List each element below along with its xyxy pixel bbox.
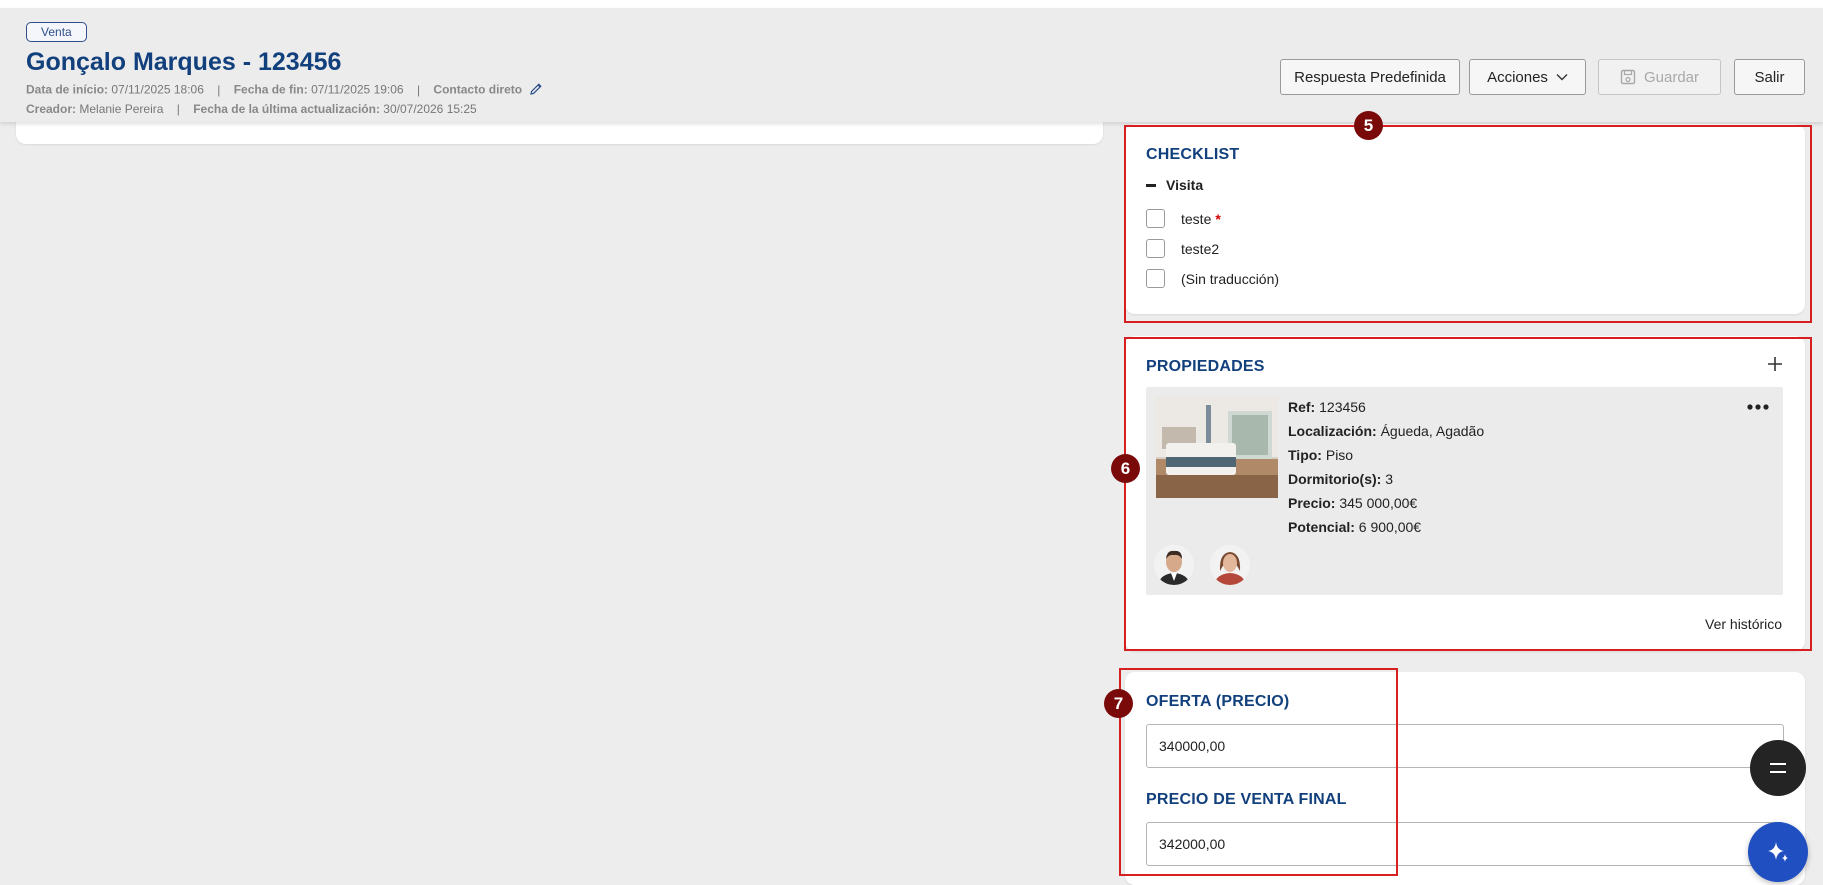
property-details: Ref: 123456 Localización: Águeda, Agadão… bbox=[1288, 397, 1484, 541]
annotation-marker: 6 bbox=[1111, 454, 1140, 483]
start-date-label: Data de início: bbox=[26, 82, 109, 97]
property-location: Localización: Águeda, Agadão bbox=[1288, 421, 1484, 445]
top-strip bbox=[0, 0, 1823, 8]
page-header: Venta Gonçalo Marques - 123456 Data de i… bbox=[0, 8, 1823, 122]
offer-price-input[interactable] bbox=[1146, 724, 1784, 768]
field-value: 345 000,00€ bbox=[1339, 495, 1418, 511]
field-label: Dormitorio(s): bbox=[1288, 471, 1382, 487]
property-photo[interactable] bbox=[1156, 397, 1278, 498]
annotation-marker: 5 bbox=[1354, 111, 1383, 140]
pencil-icon[interactable] bbox=[529, 82, 543, 99]
properties-title: PROPIEDADES bbox=[1146, 358, 1265, 375]
menu-fab-button[interactable] bbox=[1750, 740, 1806, 796]
checklist-group-label: Visita bbox=[1166, 177, 1204, 193]
chevron-down-icon bbox=[1556, 74, 1568, 81]
creator-value: Melanie Pereira bbox=[79, 102, 164, 116]
property-ref: Ref: 123456 bbox=[1288, 397, 1484, 421]
start-date-value: 07/11/2025 18:06 bbox=[111, 82, 204, 97]
more-options-icon[interactable] bbox=[1746, 399, 1770, 415]
checklist-item: teste * bbox=[1146, 209, 1221, 228]
ai-assistant-button[interactable] bbox=[1748, 822, 1808, 882]
meta-line-dates: Data de início: 07/11/2025 18:06 | Fecha… bbox=[26, 82, 543, 99]
checklist-group-toggle[interactable]: Visita bbox=[1146, 177, 1203, 193]
separator: | bbox=[416, 82, 421, 97]
updated-label: Fecha de la última actualización: bbox=[193, 102, 380, 116]
property-price: Precio: 345 000,00€ bbox=[1288, 493, 1484, 517]
creator-label: Creador: bbox=[26, 102, 77, 116]
checklist-item-label: teste * bbox=[1181, 211, 1221, 227]
field-value: Piso bbox=[1325, 447, 1354, 463]
checklist-checkbox[interactable] bbox=[1146, 239, 1165, 258]
actions-label: Acciones bbox=[1487, 68, 1548, 86]
save-button[interactable]: Guardar bbox=[1598, 59, 1721, 95]
predefined-response-label: Respuesta Predefinida bbox=[1294, 68, 1446, 86]
predefined-response-button[interactable]: Respuesta Predefinida bbox=[1280, 59, 1460, 95]
page-title: Gonçalo Marques - 123456 bbox=[26, 48, 342, 76]
final-price-title: PRECIO DE VENTA FINAL bbox=[1146, 791, 1347, 808]
floppy-disk-icon bbox=[1620, 69, 1636, 85]
checklist-checkbox[interactable] bbox=[1146, 269, 1165, 288]
checklist-item: (Sin traducción) bbox=[1146, 269, 1279, 288]
offer-card: OFERTA (PRECIO) PRECIO DE VENTA FINAL bbox=[1125, 672, 1805, 885]
final-price-input[interactable] bbox=[1146, 822, 1784, 866]
collapse-icon bbox=[1146, 183, 1156, 187]
field-value: Águeda, Agadão bbox=[1380, 423, 1485, 439]
required-marker: * bbox=[1215, 210, 1221, 227]
field-value: 6 900,00€ bbox=[1358, 519, 1422, 535]
property-item: Ref: 123456 Localización: Águeda, Agadão… bbox=[1146, 387, 1783, 595]
field-label: Tipo: bbox=[1288, 447, 1322, 463]
view-history-link[interactable]: Ver histórico bbox=[1705, 616, 1782, 632]
checklist-item: teste2 bbox=[1146, 239, 1219, 258]
type-badge: Venta bbox=[26, 22, 87, 42]
checklist-checkbox[interactable] bbox=[1146, 209, 1165, 228]
meta-line-creator: Creador: Melanie Pereira | Fecha de la ú… bbox=[26, 102, 477, 116]
end-date-label: Fecha de fin: bbox=[233, 82, 308, 97]
separator: | bbox=[176, 102, 180, 116]
add-icon[interactable] bbox=[1765, 354, 1785, 374]
equals-icon bbox=[1770, 763, 1786, 773]
contact-type: Contacto direto bbox=[433, 82, 523, 97]
properties-card: PROPIEDADES Ref: 123456 Localización: Ág… bbox=[1125, 336, 1805, 651]
actions-dropdown-button[interactable]: Acciones bbox=[1469, 59, 1586, 95]
field-label: Ref: bbox=[1288, 399, 1316, 415]
property-type: Tipo: Piso bbox=[1288, 445, 1484, 469]
checklist-card: CHECKLIST Visita teste * teste2 (Sin trad… bbox=[1125, 124, 1805, 314]
checklist-item-text: teste bbox=[1181, 210, 1212, 227]
exit-label: Salir bbox=[1754, 68, 1785, 86]
field-label: Localización: bbox=[1288, 423, 1377, 439]
checklist-title: CHECKLIST bbox=[1146, 146, 1240, 163]
checklist-item-label: teste2 bbox=[1181, 240, 1220, 257]
updated-value: 30/07/2026 15:25 bbox=[383, 102, 477, 116]
field-label: Potencial: bbox=[1288, 519, 1355, 535]
annotation-marker: 7 bbox=[1104, 689, 1133, 718]
separator: | bbox=[217, 82, 221, 97]
field-value: 3 bbox=[1385, 471, 1394, 487]
field-value: 123456 bbox=[1319, 399, 1366, 415]
sparkle-icon bbox=[1768, 842, 1788, 862]
property-potential: Potencial: 6 900,00€ bbox=[1288, 517, 1484, 541]
exit-button[interactable]: Salir bbox=[1734, 59, 1805, 95]
save-label: Guardar bbox=[1643, 68, 1700, 86]
avatar[interactable] bbox=[1210, 545, 1250, 585]
avatar[interactable] bbox=[1154, 545, 1194, 585]
property-bedrooms: Dormitorio(s): 3 bbox=[1288, 469, 1484, 493]
field-label: Precio: bbox=[1288, 495, 1336, 511]
end-date-value: 07/11/2025 19:06 bbox=[311, 82, 404, 97]
checklist-item-label: (Sin traducción) bbox=[1181, 270, 1280, 287]
offer-title: OFERTA (PRECIO) bbox=[1146, 693, 1290, 710]
